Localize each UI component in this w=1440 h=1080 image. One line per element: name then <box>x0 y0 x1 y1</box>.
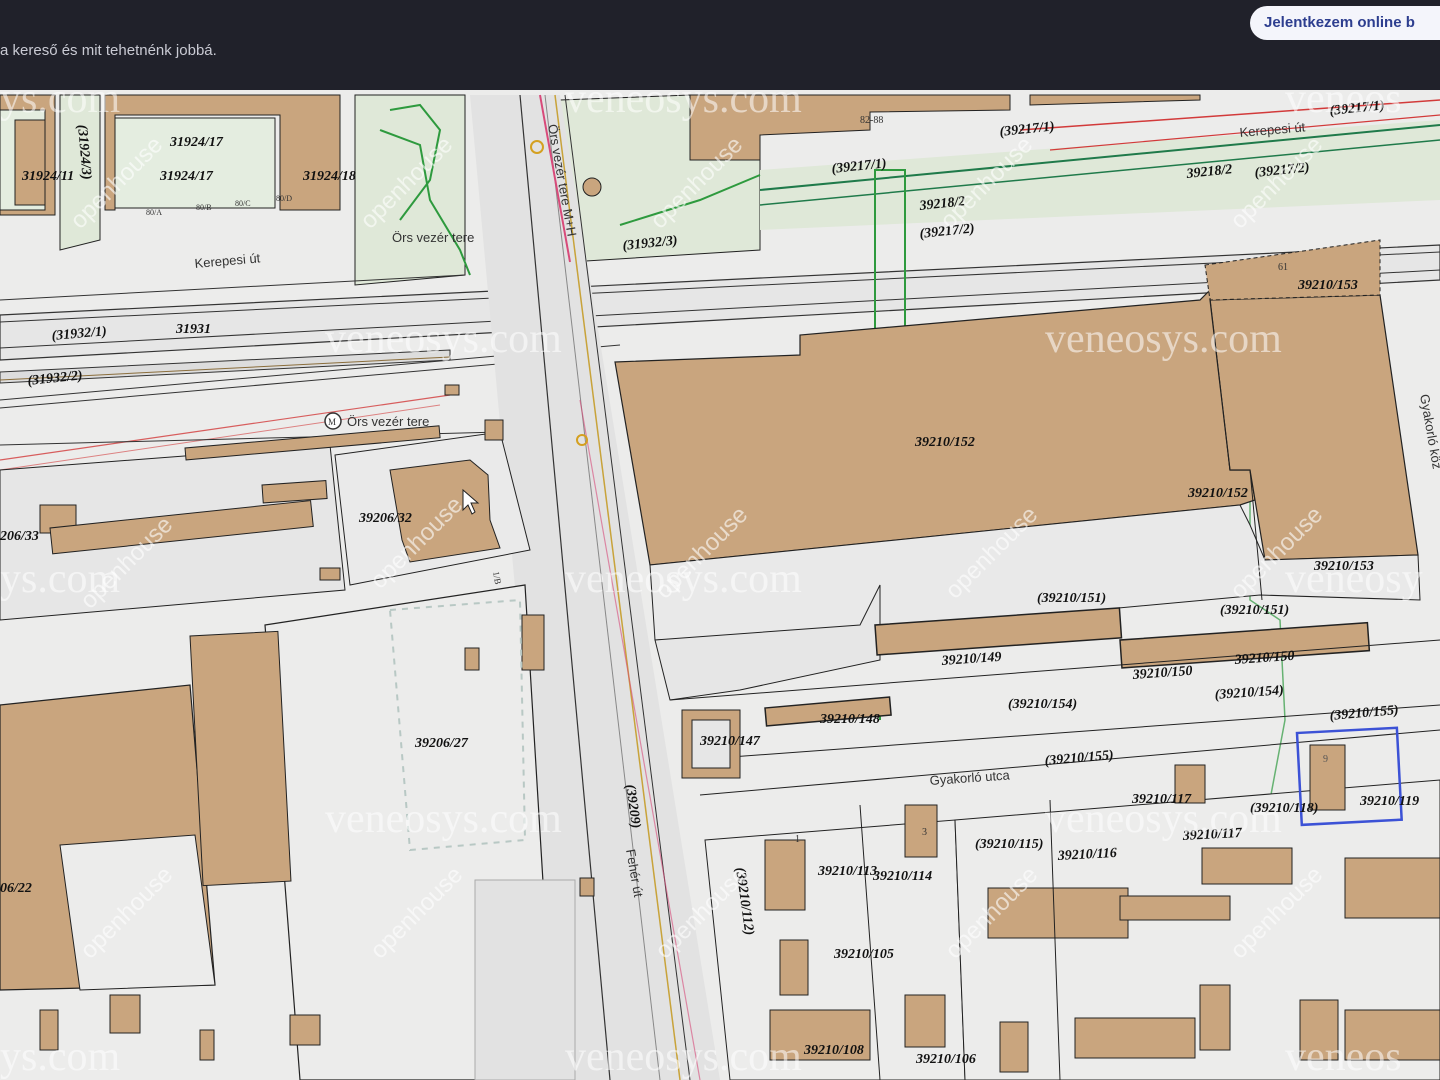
building-block <box>1199 984 1231 1051</box>
watermark: ys.com <box>0 1034 120 1080</box>
lot-label: 39210/153 <box>1297 278 1358 293</box>
building-block <box>904 994 946 1048</box>
lot-label: 31924/18 <box>302 169 356 184</box>
lot-label: 39206/32 <box>358 511 412 526</box>
lot-label: (39210/151) <box>1220 603 1289 618</box>
building-block <box>189 630 292 887</box>
lot-label: 39210/114 <box>872 869 932 884</box>
lot-label: 31924/17 <box>159 169 214 184</box>
lot-label: (39210/151) <box>1037 591 1106 606</box>
lot-label: 39210/105 <box>833 947 894 962</box>
house-number: 80/A <box>146 208 162 217</box>
map-canvas[interactable]: M Kerepesi út Kerepesi út Örs vezér tere… <box>0 90 1440 1080</box>
lot-label: (39210/115) <box>975 837 1043 852</box>
building-block <box>764 839 806 911</box>
lot-label: 39210/113 <box>817 864 877 879</box>
building-block <box>319 567 341 581</box>
top-bar: a kereső és mit tehetnénk jobbá. Jelentk… <box>0 0 1440 90</box>
building-block <box>444 384 460 396</box>
lot-label: 39210/106 <box>915 1052 976 1067</box>
watermark: veneosys.com <box>565 1034 802 1080</box>
building-block <box>1201 847 1293 885</box>
street-ors-vezer-tere: Örs vezér tere <box>392 230 474 245</box>
house-number: 3 <box>922 827 927 838</box>
watermark: veneos <box>1285 1034 1402 1080</box>
watermark: veneos <box>1285 90 1402 122</box>
building-block <box>904 804 938 858</box>
building-block <box>199 1029 215 1061</box>
lot-label: 39210/108 <box>803 1043 864 1058</box>
cadastral-map[interactable]: M Kerepesi út Kerepesi út Örs vezér tere… <box>0 90 1440 1080</box>
building-block <box>999 1021 1029 1073</box>
lot-label: 39210/152 <box>914 435 975 450</box>
watermark: veneosys.com <box>1045 316 1282 362</box>
lot-label: 39210/148 <box>819 712 880 727</box>
svg-text:M: M <box>328 417 336 427</box>
house-number: 82-88 <box>860 115 883 126</box>
building-block <box>1074 1017 1196 1059</box>
feedback-text: a kereső és mit tehetnénk jobbá. <box>0 42 217 59</box>
building-block <box>521 614 545 671</box>
building-block <box>289 1014 321 1046</box>
login-online-button[interactable]: Jelentkezem online b <box>1250 6 1440 40</box>
street-ors-vezer-tere-metro: Örs vezér tere <box>347 414 429 429</box>
lot-label: 31924/11 <box>21 169 74 184</box>
house-number: 61 <box>1278 262 1288 273</box>
lot-label: 31924/17 <box>169 135 224 150</box>
lot-label: 206/33 <box>0 529 39 544</box>
house-number: 80/B <box>196 203 212 212</box>
house-number: 9 <box>1323 754 1328 765</box>
lot-label: 39210/116 <box>1056 846 1117 864</box>
lot-label: 31931 <box>175 322 211 337</box>
watermark: ys.com <box>0 90 120 122</box>
building-block <box>579 877 595 897</box>
lot-label: (39210/154) <box>1008 697 1077 712</box>
lot-label: 06/22 <box>0 881 32 896</box>
watermark: veneosys.com <box>325 316 562 362</box>
building-block <box>109 994 141 1034</box>
watermark: veneosy <box>1285 556 1423 602</box>
house-number: 1 <box>795 834 800 845</box>
building-block <box>484 419 504 441</box>
watermark: veneosys.com <box>325 796 562 842</box>
lot-label: 39210/152 <box>1187 486 1248 501</box>
building-block <box>14 119 46 206</box>
building-block <box>1344 857 1440 919</box>
house-number: 80/C <box>235 199 251 208</box>
lot-label: 39210/119 <box>1359 794 1419 809</box>
lot-label: 39206/27 <box>414 736 469 751</box>
building-block <box>261 480 328 504</box>
building-block <box>779 939 809 996</box>
lot-label: 39210/147 <box>699 734 761 749</box>
house-number: 80/D <box>276 194 292 203</box>
building-block <box>1119 895 1231 921</box>
watermark: veneosys.com <box>1045 796 1282 842</box>
watermark: veneosys.com <box>565 90 802 122</box>
building-block <box>464 647 480 671</box>
